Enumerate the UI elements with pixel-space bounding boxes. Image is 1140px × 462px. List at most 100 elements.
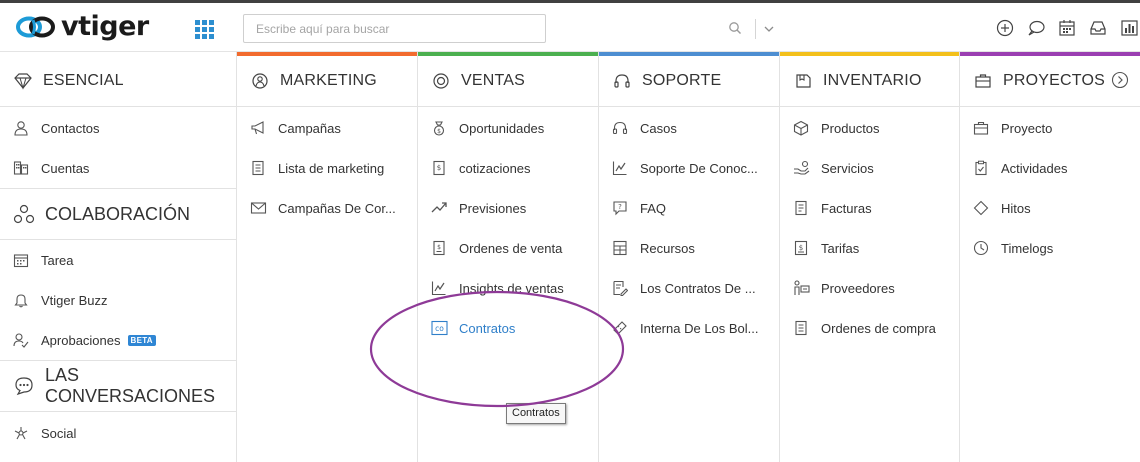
menu-item-campanas[interactable]: Campañas <box>237 113 417 143</box>
diamond-gem-icon <box>13 71 33 91</box>
headset-icon <box>612 71 632 91</box>
money-bag-icon: $ <box>430 119 448 137</box>
column-soporte: SOPORTE Casos Soporte De Conoc... ? FAQ … <box>599 52 780 462</box>
column-inventario: INVENTARIO Productos Servicios Facturas … <box>780 52 960 462</box>
header-label: PROYECTOS <box>1003 72 1105 89</box>
header-las-conversaciones[interactable]: LAS CONVERSACIONES <box>0 360 236 412</box>
vtiger-logo[interactable]: vtiger <box>14 12 149 42</box>
menu-item-tarifas[interactable]: $ Tarifas <box>780 233 959 263</box>
menu-item-label: Interna De Los Bol... <box>640 320 759 336</box>
calendar-icon[interactable] <box>1056 17 1078 39</box>
menu-item-oportunidades[interactable]: $ Oportunidades <box>418 113 598 143</box>
menu-item-vtiger-buzz[interactable]: Vtiger Buzz <box>0 285 236 315</box>
menu-item-label: Recursos <box>640 240 695 256</box>
vtiger-logo-icon <box>16 16 55 38</box>
menu-item-timelogs[interactable]: Timelogs <box>960 233 1140 263</box>
menu-item-soporte-de-conocimiento[interactable]: Soporte De Conoc... <box>599 153 779 183</box>
menu-item-contactos[interactable]: Contactos <box>0 113 236 143</box>
menu-item-label: cotizaciones <box>459 160 531 176</box>
menu-item-label: Productos <box>821 120 880 136</box>
menu-item-casos[interactable]: Casos <box>599 113 779 143</box>
menu-item-label: Campañas <box>278 120 341 136</box>
app-menu-grid-icon[interactable] <box>194 19 214 39</box>
chevron-right-icon[interactable] <box>1110 70 1130 90</box>
email-icon <box>249 199 267 217</box>
menu-item-facturas[interactable]: Facturas <box>780 193 959 223</box>
menu-item-cotizaciones[interactable]: $ cotizaciones <box>418 153 598 183</box>
inbox-icon[interactable] <box>1087 17 1109 39</box>
menu-item-productos[interactable]: Productos <box>780 113 959 143</box>
contract-icon: co <box>430 319 448 337</box>
reports-icon[interactable] <box>1118 17 1140 39</box>
search-input[interactable] <box>244 15 464 42</box>
menu-item-label: Contactos <box>41 120 100 136</box>
resources-icon <box>611 239 629 257</box>
header-esencial[interactable]: ESENCIAL <box>0 56 236 107</box>
menu-item-label: Actividades <box>1001 160 1068 176</box>
add-icon[interactable] <box>994 17 1016 39</box>
collaboration-icon <box>13 203 35 225</box>
menu-item-campanas-de-correo[interactable]: Campañas De Cor... <box>237 193 417 223</box>
svg-text:co: co <box>435 324 444 333</box>
menu-item-aprobaciones[interactable]: Aprobaciones BETA <box>0 325 236 355</box>
menu-item-label: Aprobaciones <box>41 332 121 348</box>
vendor-icon <box>792 279 810 297</box>
menu-item-tarea[interactable]: Tarea <box>0 245 236 275</box>
menu-item-faq[interactable]: ? FAQ <box>599 193 779 223</box>
menu-item-label: Previsiones <box>459 200 527 216</box>
menu-item-label: Ordenes de compra <box>821 320 936 336</box>
menu-item-proyecto[interactable]: Proyecto <box>960 113 1140 143</box>
menu-item-ordenes-de-venta[interactable]: $ Ordenes de venta <box>418 233 598 263</box>
box-icon <box>792 119 810 137</box>
logo-text: vtiger <box>61 11 149 42</box>
menu-item-interna-de-los-boletos[interactable]: Interna De Los Bol... <box>599 313 779 343</box>
social-icon <box>12 424 30 442</box>
menu-item-previsiones[interactable]: Previsiones <box>418 193 598 223</box>
task-calendar-icon <box>12 251 30 269</box>
menu-item-insights-de-ventas[interactable]: Insights de ventas <box>418 273 598 303</box>
approval-icon <box>12 331 30 349</box>
menu-item-proveedores[interactable]: Proveedores <box>780 273 959 303</box>
search-icon[interactable] <box>728 21 742 35</box>
menu-item-actividades[interactable]: Actividades <box>960 153 1140 183</box>
toolbar-icons <box>985 17 1140 39</box>
menu-item-los-contratos-de-servicio[interactable]: Los Contratos De ... <box>599 273 779 303</box>
menu-item-label: Campañas De Cor... <box>278 200 396 216</box>
briefcase-icon <box>973 71 993 91</box>
header-ventas[interactable]: VENTAS <box>418 56 598 107</box>
menu-item-social[interactable]: Social <box>0 418 236 448</box>
menu-item-cuentas[interactable]: Cuentas <box>0 153 236 183</box>
menu-item-label: Ordenes de venta <box>459 240 563 256</box>
contact-icon <box>12 119 30 137</box>
header-label: INVENTARIO <box>823 72 922 89</box>
header-marketing[interactable]: MARKETING <box>237 56 417 107</box>
svg-text:$: $ <box>437 128 441 135</box>
menu-item-label: Facturas <box>821 200 872 216</box>
menu-item-contratos[interactable]: co Contratos <box>418 313 598 343</box>
clipboard-icon <box>972 159 990 177</box>
menu-item-servicios[interactable]: Servicios <box>780 153 959 183</box>
menu-item-hitos[interactable]: Hitos <box>960 193 1140 223</box>
menu-item-label: Servicios <box>821 160 874 176</box>
sales-order-icon: $ <box>430 239 448 257</box>
knowledge-icon <box>611 159 629 177</box>
column-esencial: ESENCIAL Contactos Cuentas COLABORACIÓN … <box>0 52 237 462</box>
menu-item-label: Tarea <box>41 252 74 268</box>
menu-item-ordenes-de-compra[interactable]: Ordenes de compra <box>780 313 959 343</box>
svg-text:$: $ <box>799 244 803 252</box>
beta-badge: BETA <box>127 334 156 346</box>
header-soporte[interactable]: SOPORTE <box>599 56 779 107</box>
app-menu-panel: ESENCIAL Contactos Cuentas COLABORACIÓN … <box>0 52 1140 462</box>
header-colaboracion[interactable]: COLABORACIÓN <box>0 188 236 240</box>
menu-item-lista-de-marketing[interactable]: Lista de marketing <box>237 153 417 183</box>
quote-icon: $ <box>430 159 448 177</box>
chevron-down-icon[interactable] <box>762 22 776 36</box>
menu-item-recursos[interactable]: Recursos <box>599 233 779 263</box>
price-icon: $ <box>792 239 810 257</box>
menu-item-label: Social <box>41 425 77 441</box>
bell-icon <box>12 291 30 309</box>
header-inventario[interactable]: INVENTARIO <box>780 56 959 107</box>
list-icon <box>249 159 267 177</box>
top-bar: vtiger <box>0 3 1140 52</box>
chat-icon[interactable] <box>1025 17 1047 39</box>
